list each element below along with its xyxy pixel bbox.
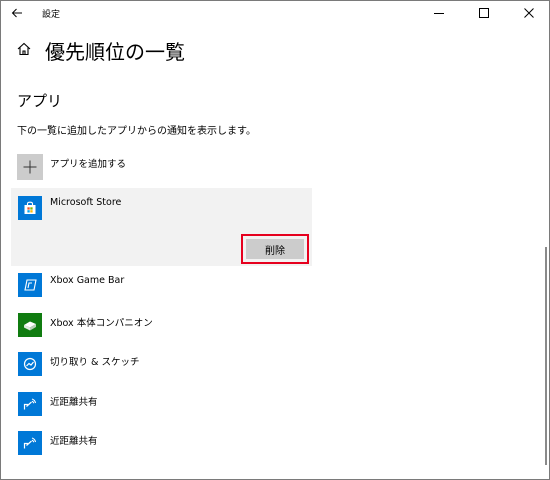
- app-name: Xbox 本体コンパニオン: [50, 318, 153, 329]
- close-icon: [524, 8, 534, 18]
- add-app-label: アプリを追加する: [50, 159, 127, 170]
- window-title: 設定: [42, 10, 61, 20]
- maximize-button[interactable]: [466, 1, 502, 25]
- home-button[interactable]: [16, 41, 32, 57]
- app-tile-microsoft-store: [18, 196, 42, 220]
- nearby-share-icon: [23, 437, 37, 449]
- minimize-icon: [434, 13, 444, 14]
- arrow-left-icon: [11, 8, 22, 18]
- app-name: Xbox Game Bar: [50, 275, 125, 286]
- nearby-share-icon: [23, 398, 37, 410]
- app-name: 近距離共有: [50, 397, 98, 408]
- app-name: 近距離共有: [50, 436, 98, 447]
- app-tile-nearby-share: [18, 392, 42, 416]
- home-icon: [17, 42, 31, 56]
- app-tile-nearby-share: [18, 431, 42, 455]
- xbox-game-bar-icon: [24, 279, 37, 291]
- section-description: 下の一覧に追加したアプリからの通知を表示します。: [17, 126, 256, 137]
- add-app-tile: [17, 154, 43, 180]
- app-item-xbox-game-bar[interactable]: Xbox Game Bar: [17, 271, 307, 299]
- add-app-button[interactable]: アプリを追加する: [17, 154, 277, 182]
- app-name: 切り取り & スケッチ: [50, 357, 140, 368]
- maximize-icon: [479, 8, 489, 18]
- delete-button-highlight: 削除: [241, 234, 309, 264]
- plus-icon: [23, 160, 37, 174]
- page-title: 優先順位の一覧: [45, 40, 185, 64]
- settings-window: 設定 優先順位の一覧 アプリ 下の一覧に追加したアプリからの通知を表示します。: [0, 0, 550, 480]
- app-item-nearby-share[interactable]: 近距離共有: [17, 390, 307, 418]
- title-bar: 設定: [1, 1, 549, 25]
- app-tile-snip-sketch: [18, 352, 42, 376]
- store-bag-icon: [24, 201, 36, 214]
- app-name-microsoft-store: Microsoft Store: [50, 197, 122, 208]
- minimize-button[interactable]: [421, 1, 457, 25]
- close-button[interactable]: [511, 1, 547, 25]
- app-item-xbox-console-companion[interactable]: Xbox 本体コンパニオン: [17, 311, 307, 339]
- vertical-scrollbar[interactable]: [545, 247, 547, 465]
- app-tile-xbox-console: [18, 313, 42, 337]
- selected-app-panel[interactable]: Microsoft Store 削除: [11, 188, 312, 266]
- snip-sketch-icon: [23, 357, 37, 371]
- delete-button[interactable]: 削除: [246, 239, 304, 259]
- app-tile-xbox-game-bar: [18, 273, 42, 297]
- app-item-nearby-share[interactable]: 近距離共有: [17, 429, 307, 457]
- section-title: アプリ: [17, 92, 63, 110]
- app-item-snip-sketch[interactable]: 切り取り & スケッチ: [17, 350, 307, 378]
- back-button[interactable]: [3, 1, 31, 25]
- xbox-console-icon: [24, 321, 36, 331]
